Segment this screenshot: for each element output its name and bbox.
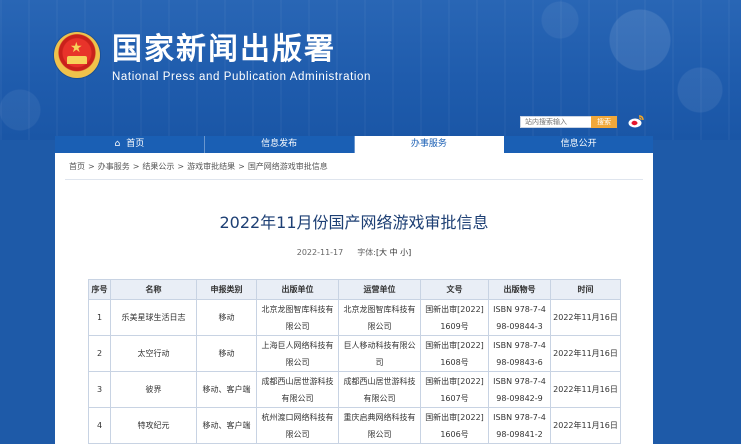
breadcrumb: 首页 > 办事服务 > 结果公示 > 游戏审批结果 > 国产网络游戏审批信息 [69, 161, 328, 172]
table-row: 2 太空行动 移动 上海巨人网络科技有限公司 巨人移动科技有限公司 国新出审[2… [88, 335, 621, 372]
col-header-category: 申报类别 [196, 279, 257, 300]
national-emblem-icon[interactable]: ★ [54, 32, 100, 78]
cell-name: 乐美星球生活日志 [110, 299, 197, 336]
col-header-index: 序号 [88, 279, 111, 300]
home-icon: ⌂ [114, 139, 121, 149]
cell-index: 2 [88, 335, 111, 372]
search-input[interactable] [520, 116, 592, 128]
table-header-row: 序号 名称 申报类别 出版单位 运营单位 文号 出版物号 时间 [88, 279, 621, 300]
cell-name: 彼界 [110, 371, 197, 408]
breadcrumb-separator: > [88, 162, 95, 171]
breadcrumb-separator: > [238, 162, 245, 171]
cell-operator: 北京龙图智库科技有限公司 [338, 299, 421, 336]
cell-publisher: 成都西山居世游科技有限公司 [256, 371, 339, 408]
cell-name: 特攻纪元 [110, 407, 197, 444]
cell-time: 2022年11月16日 [550, 335, 621, 372]
nav-home[interactable]: ⌂ 首页 [55, 136, 205, 153]
nav-info-release[interactable]: 信息发布 [205, 136, 355, 153]
cell-operator: 巨人移动科技有限公司 [338, 335, 421, 372]
cell-index: 3 [88, 371, 111, 408]
font-size-label: 字体: [357, 248, 376, 257]
cell-operator: 成都西山居世游科技有限公司 [338, 371, 421, 408]
col-header-name: 名称 [110, 279, 197, 300]
divider [65, 179, 643, 180]
cell-category: 移动、客户端 [196, 371, 257, 408]
col-header-isbn: 出版物号 [488, 279, 551, 300]
nav-services[interactable]: 办事服务 [354, 136, 505, 153]
gate-icon [67, 56, 87, 64]
cell-isbn: ISBN 978-7-498-09842-9 [488, 371, 551, 408]
cell-publisher: 上海巨人网络科技有限公司 [256, 335, 339, 372]
search-button[interactable]: 搜索 [591, 116, 617, 128]
cell-doc-no: 国新出审[2022]1606号 [420, 407, 489, 444]
cell-doc-no: 国新出审[2022]1608号 [420, 335, 489, 372]
weibo-icon[interactable] [628, 114, 644, 128]
star-icon: ★ [70, 40, 83, 56]
col-header-doc-no: 文号 [420, 279, 489, 300]
breadcrumb-services[interactable]: 办事服务 [98, 162, 130, 171]
breadcrumb-current[interactable]: 国产网络游戏审批信息 [248, 162, 328, 171]
cell-category: 移动 [196, 299, 257, 336]
site-title[interactable]: 国家新闻出版署 [112, 32, 336, 68]
cell-doc-no: 国新出审[2022]1609号 [420, 299, 489, 336]
cell-publisher: 北京龙图智库科技有限公司 [256, 299, 339, 336]
cell-category: 移动、客户端 [196, 407, 257, 444]
cell-index: 1 [88, 299, 111, 336]
col-header-publisher: 出版单位 [256, 279, 339, 300]
col-header-time: 时间 [550, 279, 621, 300]
main-nav: ⌂ 首页 信息发布 办事服务 信息公开 [55, 136, 653, 153]
breadcrumb-results[interactable]: 结果公示 [142, 162, 174, 171]
breadcrumb-separator: > [177, 162, 185, 171]
article-title: 2022年11月份国产网络游戏审批信息 [219, 213, 489, 232]
cell-index: 4 [88, 407, 111, 444]
cell-publisher: 杭州渡口网络科技有限公司 [256, 407, 339, 444]
nav-info-disclosure[interactable]: 信息公开 [504, 136, 653, 153]
cell-time: 2022年11月16日 [550, 407, 621, 444]
cell-isbn: ISBN 978-7-498-09843-6 [488, 335, 551, 372]
cell-operator: 重庆启典网络科技有限公司 [338, 407, 421, 444]
cell-isbn: ISBN 978-7-498-09841-2 [488, 407, 551, 444]
font-size-options[interactable]: [大 中 小] [376, 248, 411, 257]
table-row: 4 特攻纪元 移动、客户端 杭州渡口网络科技有限公司 重庆启典网络科技有限公司 … [88, 407, 621, 444]
site-subtitle: National Press and Publication Administr… [112, 71, 372, 83]
breadcrumb-home[interactable]: 首页 [69, 162, 85, 171]
cell-isbn: ISBN 978-7-498-09844-3 [488, 299, 551, 336]
approval-table: 序号 名称 申报类别 出版单位 运营单位 文号 出版物号 时间 1 乐美星球生活… [88, 279, 621, 444]
cell-time: 2022年11月16日 [550, 371, 621, 408]
col-header-operator: 运营单位 [338, 279, 421, 300]
cell-time: 2022年11月16日 [550, 299, 621, 336]
cell-name: 太空行动 [110, 335, 197, 372]
nav-home-label: 首页 [126, 139, 145, 149]
publish-date: 2022-11-17 [296, 248, 344, 257]
content-panel: 首页 > 办事服务 > 结果公示 > 游戏审批结果 > 国产网络游戏审批信息 2022年11月份… [55, 153, 653, 444]
table-row: 1 乐美星球生活日志 移动 北京龙图智库科技有限公司 北京龙图智库科技有限公司 … [88, 299, 621, 336]
breadcrumb-separator: > [132, 162, 140, 171]
article-meta: 2022-11-17 字体:[大 中 小] [55, 247, 653, 258]
table-row: 3 彼界 移动、客户端 成都西山居世游科技有限公司 成都西山居世游科技有限公司 … [88, 371, 621, 408]
cell-category: 移动 [196, 335, 257, 372]
cell-doc-no: 国新出审[2022]1607号 [420, 371, 489, 408]
breadcrumb-game-results[interactable]: 游戏审批结果 [187, 162, 235, 171]
site-banner: ★ 国家新闻出版署 National Press and Publication… [0, 0, 741, 140]
